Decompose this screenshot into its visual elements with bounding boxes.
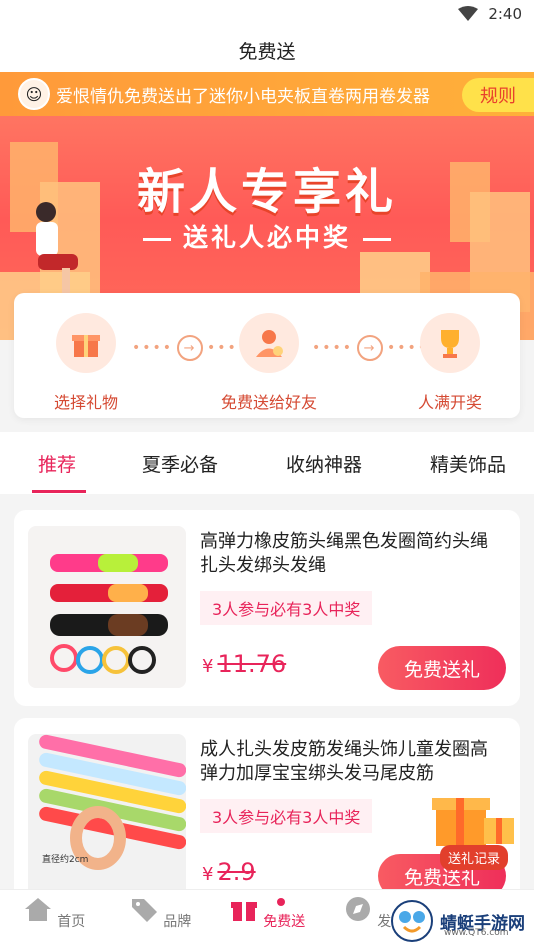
product-title: 高弹力橡皮筋头绳黑色发圈简约头绳扎头发绑头发绳 [200, 531, 488, 576]
free-gift-button[interactable]: 免费送礼 [378, 646, 506, 690]
trophy-icon [420, 313, 480, 373]
winner-ticker: ☺ 爱恨情仇免费送出了迷你小电夹板直卷两用卷发器 [0, 72, 534, 116]
page-title: 免费送 [0, 28, 534, 72]
tag-icon [131, 899, 157, 922]
tab-summer[interactable]: 夏季必备 [142, 450, 218, 477]
watermark-logo: 蜻蜓手游网 www.QT6.com [390, 896, 534, 946]
compass-icon [345, 897, 370, 921]
step-send-friend: 免费送给好友 [199, 313, 339, 413]
gift-box-icon [432, 798, 514, 846]
notification-dot [277, 898, 285, 906]
thumb-caption: 直径约2cm [42, 855, 89, 865]
tab-accessories[interactable]: 精美饰品 [430, 450, 506, 477]
product-image [28, 526, 186, 688]
gift-record-button[interactable]: 送礼记录 [428, 784, 524, 872]
rules-button[interactable]: 规则 [462, 78, 534, 112]
tab-indicator [32, 490, 86, 493]
dragonfly-logo-icon [391, 900, 433, 942]
category-tabs: 推荐 夏季必备 收纳神器 精美饰品 [0, 432, 534, 494]
winner-badge: 3人参与必有3人中奖 [200, 799, 373, 833]
product-title: 成人扎头发皮筋发绳头饰儿童发圈高弹力加厚宝宝绑头发马尾皮筋 [200, 739, 488, 784]
product-image: 直径约2cm [28, 734, 186, 896]
gift-icon [56, 313, 116, 373]
nav-brand[interactable]: 品牌 [120, 896, 200, 931]
nav-free-gift[interactable]: 免费送 [227, 896, 307, 931]
step-choose-gift: 选择礼物 [16, 313, 156, 413]
ticker-message: 爱恨情仇免费送出了迷你小电夹板直卷两用卷发器 [56, 86, 430, 107]
product-card[interactable]: 高弹力橡皮筋头绳黑色发圈简约头绳扎头发绑头发绳 3人参与必有3人中奖 ¥11.7… [14, 510, 520, 706]
tab-storage[interactable]: 收纳神器 [286, 450, 362, 477]
status-bar: 2:40 [0, 0, 534, 28]
gift-icon [230, 902, 257, 921]
tab-recommended[interactable]: 推荐 [38, 450, 76, 477]
nav-home[interactable]: 首页 [14, 896, 94, 931]
steps-panel: 选择礼物 •••• → •••• 免费送给好友 •••• → •••• 人满开奖 [14, 293, 520, 418]
home-icon [24, 898, 51, 921]
product-price: ¥11.76 [202, 650, 287, 678]
step-draw: 人满开奖 [380, 313, 520, 413]
product-price: ¥2.9 [202, 858, 256, 886]
friend-icon [239, 313, 299, 373]
hero-title: 新人专享礼 [136, 164, 397, 220]
wifi-icon [458, 6, 479, 21]
clock: 2:40 [488, 5, 522, 23]
hero-subtitle: 送礼人必中奖 [0, 218, 534, 254]
winner-badge: 3人参与必有3人中奖 [200, 591, 373, 625]
avatar: ☺ [18, 78, 50, 110]
